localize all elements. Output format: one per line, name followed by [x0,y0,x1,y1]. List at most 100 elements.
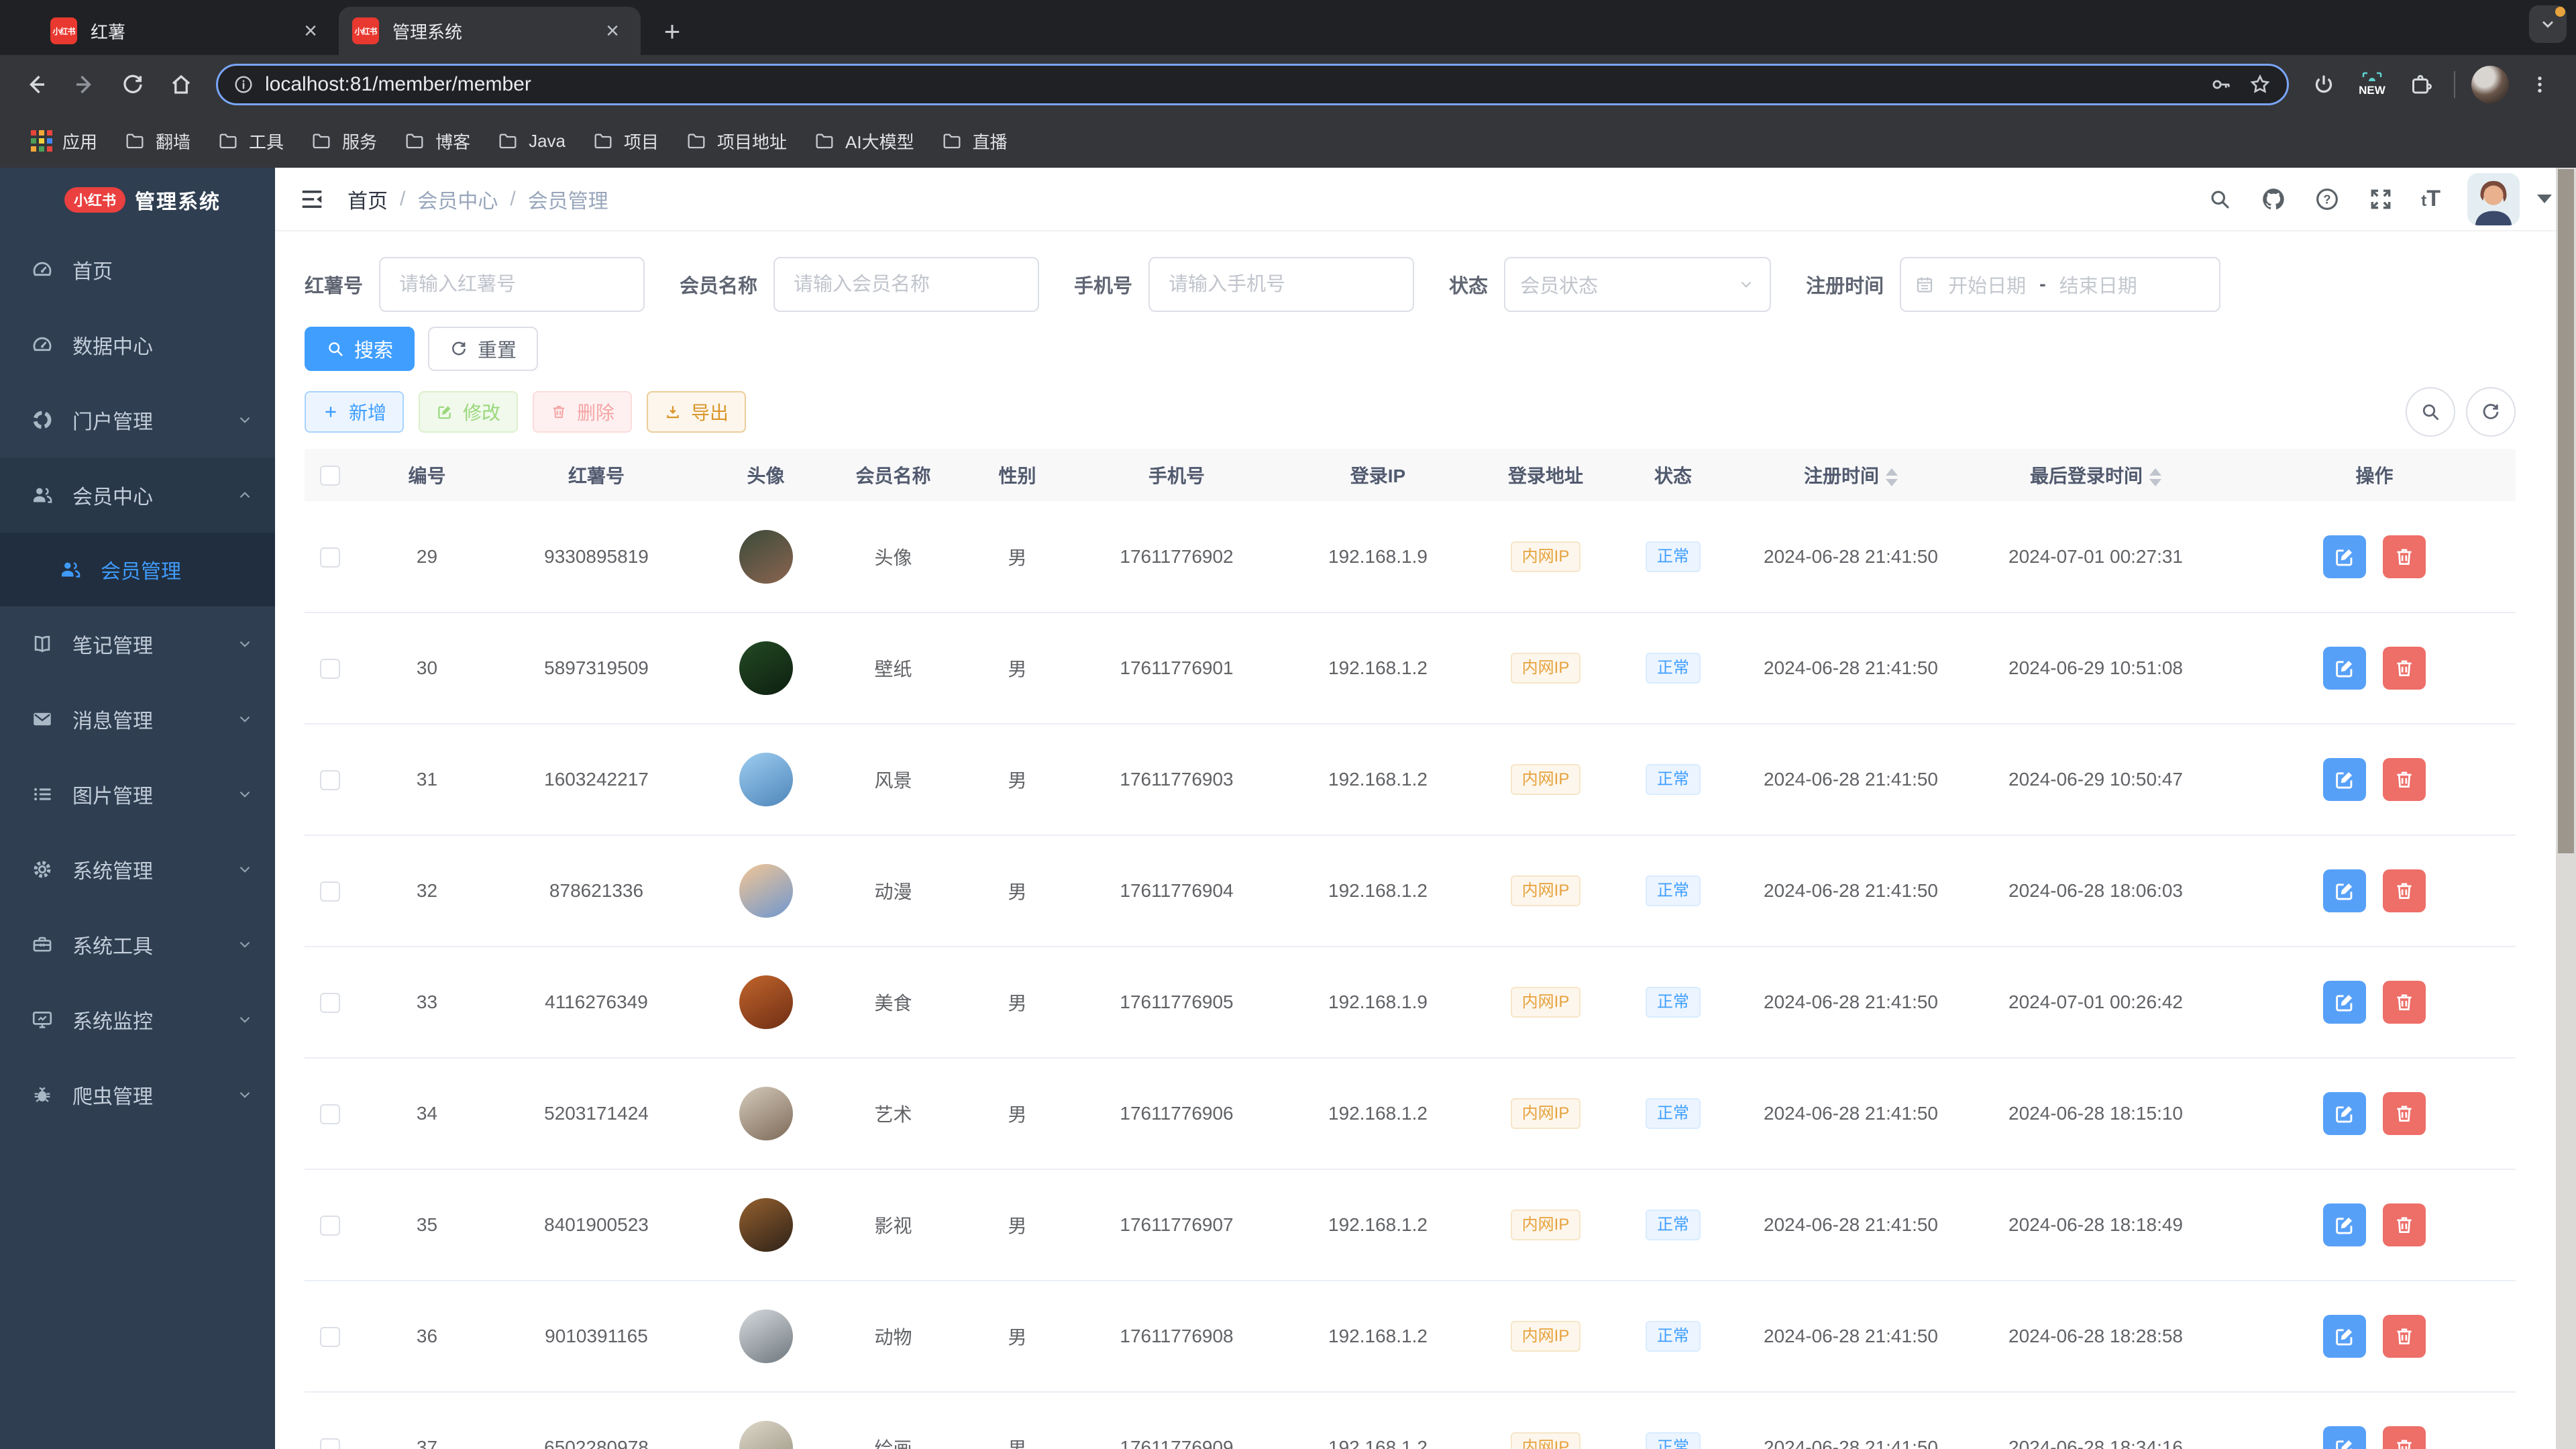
bookmark-item[interactable]: 博客 [390,122,484,160]
sidebar-item[interactable]: 数据中心 [0,307,275,382]
breadcrumb-member-center[interactable]: 会员中心 [417,184,498,214]
sidebar-item[interactable]: 系统监控 [0,982,275,1057]
scrollbar-thumb[interactable] [2558,169,2574,853]
row-edit-button[interactable] [2322,1426,2366,1449]
home-icon[interactable] [162,65,201,104]
sidebar-item[interactable]: 会员中心 [0,458,275,533]
register-date-range[interactable]: 开始日期 - 结束日期 [1900,257,2221,312]
row-delete-button[interactable] [2383,535,2426,578]
back-icon[interactable] [17,65,56,104]
help-icon[interactable]: ? [2314,186,2341,213]
breadcrumb-member-manage[interactable]: 会员管理 [528,184,608,214]
browser-tab-active[interactable]: 小红书 管理系统 × [339,7,641,55]
sidebar-item[interactable]: 系统工具 [0,907,275,982]
row-checkbox[interactable] [319,547,340,568]
search-icon[interactable] [2206,186,2233,213]
row-checkbox[interactable] [319,770,340,791]
row-checkbox[interactable] [319,1216,340,1236]
sidebar-item[interactable]: 门户管理 [0,382,275,458]
sort-carets-icon[interactable] [1886,468,1898,487]
bookmark-item[interactable]: 翻墙 [111,122,204,160]
browser-tab-inactive[interactable]: 小红书 红薯 × [37,7,339,55]
sort-carets-icon[interactable] [2149,468,2161,487]
sidebar-collapse-icon[interactable] [299,186,325,212]
row-delete-button[interactable] [2383,1426,2426,1449]
breadcrumb-home[interactable]: 首页 [347,184,388,214]
row-edit-button[interactable] [2322,1203,2366,1246]
new-extension-icon[interactable]: NEW [2353,72,2392,97]
row-checkbox[interactable] [319,659,340,680]
reset-button[interactable]: 重置 [428,327,539,371]
row-edit-button[interactable] [2322,647,2366,690]
row-edit-button[interactable] [2322,1092,2366,1135]
power-extension-icon[interactable] [2304,65,2343,104]
close-icon[interactable]: × [296,16,325,46]
row-edit-button[interactable] [2322,758,2366,801]
extensions-puzzle-icon[interactable] [2401,65,2440,104]
col-register-time[interactable]: 注册时间 [1743,449,1958,501]
sidebar-item[interactable]: 爬虫管理 [0,1057,275,1132]
window-controls-chevron[interactable] [2529,5,2567,43]
user-menu-caret-icon[interactable] [2537,195,2552,203]
export-button[interactable]: 导出 [647,391,747,433]
browser-profile-avatar[interactable] [2471,66,2509,103]
bookmark-item[interactable]: 直播 [928,122,1021,160]
row-delete-button[interactable] [2383,758,2426,801]
forward-icon[interactable] [65,65,104,104]
sidebar-item[interactable]: 图片管理 [0,757,275,832]
sidebar-subitem-active[interactable]: 会员管理 [0,533,275,606]
sidebar-item[interactable]: 系统管理 [0,832,275,907]
bookmark-item[interactable]: Java [484,122,579,160]
row-checkbox[interactable] [319,1438,340,1449]
app-logo[interactable]: 小红书 管理系统 [0,168,275,232]
row-edit-button[interactable] [2322,981,2366,1024]
password-key-icon[interactable] [2209,72,2233,97]
delete-button[interactable]: 删除 [533,391,633,433]
font-size-icon[interactable]: tT [2421,186,2440,212]
fullscreen-icon[interactable] [2367,186,2394,213]
row-edit-button[interactable] [2322,1315,2366,1358]
status-select[interactable]: 会员状态 [1504,257,1772,312]
row-delete-button[interactable] [2383,1315,2426,1358]
bookmark-item[interactable]: 项目 [579,122,672,160]
col-last-login[interactable]: 最后登录时间 [1958,449,2233,501]
row-delete-button[interactable] [2383,981,2426,1024]
bookmark-item[interactable]: 应用 [17,122,111,160]
row-delete-button[interactable] [2383,647,2426,690]
bookmark-star-icon[interactable] [2248,72,2272,97]
row-checkbox[interactable] [319,881,340,902]
site-info-icon[interactable] [233,74,254,95]
sidebar-item[interactable]: 首页 [0,232,275,307]
bookmark-item[interactable]: AI大模型 [800,122,928,160]
url-bar[interactable]: localhost:81/member/member [216,64,2289,105]
github-icon[interactable] [2260,186,2287,213]
uid-input[interactable] [379,257,645,312]
row-checkbox[interactable] [319,1327,340,1348]
user-avatar[interactable] [2467,172,2520,225]
row-delete-button[interactable] [2383,1203,2426,1246]
row-checkbox[interactable] [319,1104,340,1125]
new-tab-button[interactable]: + [654,13,690,50]
sidebar-item[interactable]: 消息管理 [0,682,275,757]
row-checkbox[interactable] [319,993,340,1014]
row-delete-button[interactable] [2383,869,2426,912]
browser-menu-kebab-icon[interactable] [2520,65,2559,104]
refresh-table-button[interactable] [2466,387,2516,437]
search-button[interactable]: 搜索 [305,327,415,371]
row-delete-button[interactable] [2383,1092,2426,1135]
select-all-checkbox[interactable] [319,466,340,486]
bookmark-item[interactable]: 项目地址 [672,122,800,160]
edit-button[interactable]: 修改 [419,391,519,433]
phone-input[interactable] [1148,257,1415,312]
close-icon[interactable]: × [598,16,627,46]
row-edit-button[interactable] [2322,535,2366,578]
show-search-toggle-button[interactable] [2406,387,2455,437]
row-edit-button[interactable] [2322,869,2366,912]
sidebar-item[interactable]: 笔记管理 [0,606,275,682]
bookmark-item[interactable]: 服务 [297,122,390,160]
browser-scrollbar[interactable] [2556,168,2576,1449]
member-name-input[interactable] [773,257,1040,312]
reload-icon[interactable] [113,65,152,104]
add-button[interactable]: 新增 [305,391,405,433]
bookmark-item[interactable]: 工具 [204,122,297,160]
